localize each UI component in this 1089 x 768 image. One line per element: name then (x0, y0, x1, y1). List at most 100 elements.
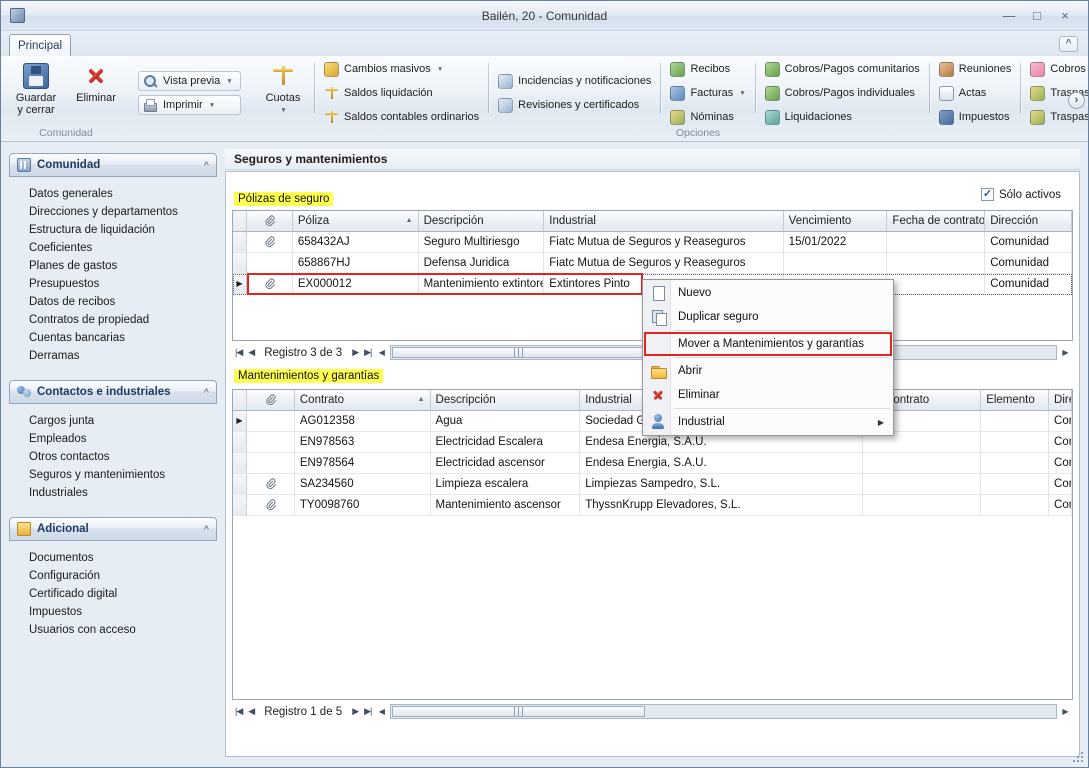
table-row[interactable]: 658867HJ Defensa Juridica Fiatc Mutua de… (233, 253, 1072, 274)
menu-item-industrial[interactable]: Industrial ▶ (644, 410, 892, 434)
cell-descripcion: Mantenimiento extintores (419, 274, 545, 295)
scrollbar-thumb[interactable] (392, 347, 645, 358)
imprimir-button[interactable]: Imprimir ▼ (138, 95, 241, 115)
duplicate-icon (650, 309, 666, 325)
menu-item-duplicar-seguro[interactable]: Duplicar seguro (644, 305, 892, 329)
minimize-button[interactable]: — (996, 7, 1022, 25)
recibos-button[interactable]: Recibos (666, 59, 749, 79)
attachment-column-header[interactable] (247, 211, 293, 232)
sidebar-item-impuestos[interactable]: Impuestos (9, 603, 217, 621)
revisiones-button[interactable]: Revisiones y certificados (494, 95, 655, 115)
prev-record-button[interactable]: ◀ (245, 347, 257, 358)
current-row-icon: ▶ (236, 411, 242, 431)
sidebar-item-documentos[interactable]: Documentos (9, 549, 217, 567)
sidebar-section-contactos[interactable]: Contactos e industriales ^ (9, 380, 217, 404)
scroll-left-button[interactable]: ◀ (374, 707, 389, 716)
elemento-column-header[interactable]: Elemento (981, 390, 1049, 411)
facturas-button[interactable]: Facturas ▼ (666, 83, 749, 103)
ribbon-group-label-comunidad: Comunidad (3, 127, 129, 139)
menu-item-abrir[interactable]: Abrir (644, 359, 892, 383)
contrato-column-header[interactable]: Contrato▲ (295, 390, 431, 411)
sidebar-item-direcciones[interactable]: Direcciones y departamentos (9, 203, 217, 221)
vista-previa-button[interactable]: Vista previa ▼ (138, 71, 241, 91)
saldos-contables-button[interactable]: Saldos contables ordinarios (320, 107, 483, 127)
close-button[interactable]: × (1052, 7, 1078, 25)
impuestos-button[interactable]: Impuestos (935, 107, 1016, 127)
menu-item-eliminar[interactable]: Eliminar (644, 383, 892, 407)
table-row[interactable]: SA234560 Limpieza escalera Limpiezas Sam… (233, 474, 1072, 495)
scales-icon (324, 110, 339, 125)
attachment-column-header[interactable] (247, 390, 295, 411)
prev-record-button[interactable]: ◀ (245, 706, 257, 717)
chevron-up-icon[interactable]: ^ (204, 387, 209, 397)
cobros-anticipados-button[interactable]: Cobros anticipad (1026, 59, 1088, 79)
menu-item-nuevo[interactable]: Nuevo (644, 281, 892, 305)
sidebar-item-empleados[interactable]: Empleados (9, 430, 217, 448)
scrollbar-thumb[interactable] (392, 706, 645, 717)
saldos-liquidacion-button[interactable]: Saldos liquidación (320, 83, 483, 103)
sidebar-item-presupuestos[interactable]: Presupuestos (9, 275, 217, 293)
sidebar-item-seguros-mantenimientos[interactable]: Seguros y mantenimientos (9, 466, 217, 484)
revisiones-icon (498, 98, 513, 113)
table-row[interactable]: 658432AJ Seguro Multiriesgo Fiatc Mutua … (233, 232, 1072, 253)
sidebar-item-cuentas-bancarias[interactable]: Cuentas bancarias (9, 329, 217, 347)
chevron-up-icon[interactable]: ^ (204, 524, 209, 534)
sidebar-item-certificado-digital[interactable]: Certificado digital (9, 585, 217, 603)
descripcion-column-header[interactable]: Descripción (419, 211, 545, 232)
next-record-button[interactable]: ▶ (349, 347, 361, 358)
sidebar-item-industriales[interactable]: Industriales (9, 484, 217, 502)
actas-button[interactable]: Actas (935, 83, 1016, 103)
sidebar-item-cargos-junta[interactable]: Cargos junta (9, 412, 217, 430)
traspaso-dinero-button[interactable]: Traspaso dinero i (1026, 107, 1088, 127)
ribbon-scroll-right-button[interactable]: › (1068, 92, 1085, 109)
sidebar-item-datos-generales[interactable]: Datos generales (9, 185, 217, 203)
restore-button[interactable]: □ (1024, 7, 1050, 25)
sidebar-item-contratos-propiedad[interactable]: Contratos de propiedad (9, 311, 217, 329)
guardar-y-cerrar-button[interactable]: Guardary cerrar (6, 59, 66, 127)
last-record-button[interactable]: ▶| (361, 347, 374, 358)
ribbon-collapse-button[interactable]: ^ (1059, 36, 1078, 52)
tab-principal[interactable]: Principal (9, 34, 71, 56)
sidebar-item-planes-gastos[interactable]: Planes de gastos (9, 257, 217, 275)
sidebar-item-datos-recibos[interactable]: Datos de recibos (9, 293, 217, 311)
liquidaciones-button[interactable]: Liquidaciones (761, 107, 924, 127)
direccion-column-header[interactable]: Dirección (1049, 390, 1072, 411)
sidebar-item-derramas[interactable]: Derramas (9, 347, 217, 365)
direccion-column-header[interactable]: Dirección (985, 211, 1072, 232)
resize-grip[interactable] (1072, 751, 1085, 764)
industrial-column-header[interactable]: Industrial (544, 211, 783, 232)
table-row[interactable]: EN978564 Electricidad ascensor Endesa En… (233, 453, 1072, 474)
sidebar-item-configuracion[interactable]: Configuración (9, 567, 217, 585)
cobros-pagos-comunitarios-button[interactable]: Cobros/Pagos comunitarios (761, 59, 924, 79)
scroll-right-button[interactable]: ▶ (1058, 707, 1073, 716)
cobros-pagos-individuales-button[interactable]: Cobros/Pagos individuales (761, 83, 924, 103)
descripcion-column-header[interactable]: Descripción (431, 390, 581, 411)
table-row[interactable]: TY0098760 Mantenimiento ascensor ThyssnK… (233, 495, 1072, 516)
incidencias-button[interactable]: Incidencias y notificaciones (494, 71, 655, 91)
reuniones-button[interactable]: Reuniones (935, 59, 1016, 79)
fecha-contrato-column-header[interactable]: Fecha de contrato (887, 211, 985, 232)
cambios-masivos-button[interactable]: Cambios masivos ▼ (320, 59, 483, 79)
last-record-button[interactable]: ▶| (361, 706, 374, 717)
sidebar-item-estructura-liquidacion[interactable]: Estructura de liquidación (9, 221, 217, 239)
eliminar-button[interactable]: Eliminar (66, 59, 126, 127)
sidebar-item-usuarios-acceso[interactable]: Usuarios con acceso (9, 621, 217, 639)
cuotas-button[interactable]: Cuotas ▼ (253, 59, 313, 127)
poliza-column-header[interactable]: Póliza▲ (293, 211, 419, 232)
person-icon (650, 414, 666, 430)
first-record-button[interactable]: |◀ (232, 347, 245, 358)
chevron-up-icon[interactable]: ^ (204, 160, 209, 170)
sidebar-item-coeficientes[interactable]: Coeficientes (9, 239, 217, 257)
sidebar-item-otros-contactos[interactable]: Otros contactos (9, 448, 217, 466)
next-record-button[interactable]: ▶ (349, 706, 361, 717)
scroll-right-button[interactable]: ▶ (1058, 348, 1073, 357)
vencimiento-column-header[interactable]: Vencimiento (784, 211, 888, 232)
scroll-left-button[interactable]: ◀ (374, 348, 389, 357)
nominas-button[interactable]: Nóminas (666, 107, 749, 127)
solo-activos-checkbox[interactable]: ✓ Sólo activos (981, 188, 1061, 201)
menu-item-mover-a-mantenimientos[interactable]: Mover a Mantenimientos y garantías (644, 332, 892, 356)
horizontal-scrollbar[interactable] (390, 704, 1057, 719)
sidebar-section-adicional[interactable]: Adicional ^ (9, 517, 217, 541)
sidebar-section-comunidad[interactable]: Comunidad ^ (9, 153, 217, 177)
first-record-button[interactable]: |◀ (232, 706, 245, 717)
